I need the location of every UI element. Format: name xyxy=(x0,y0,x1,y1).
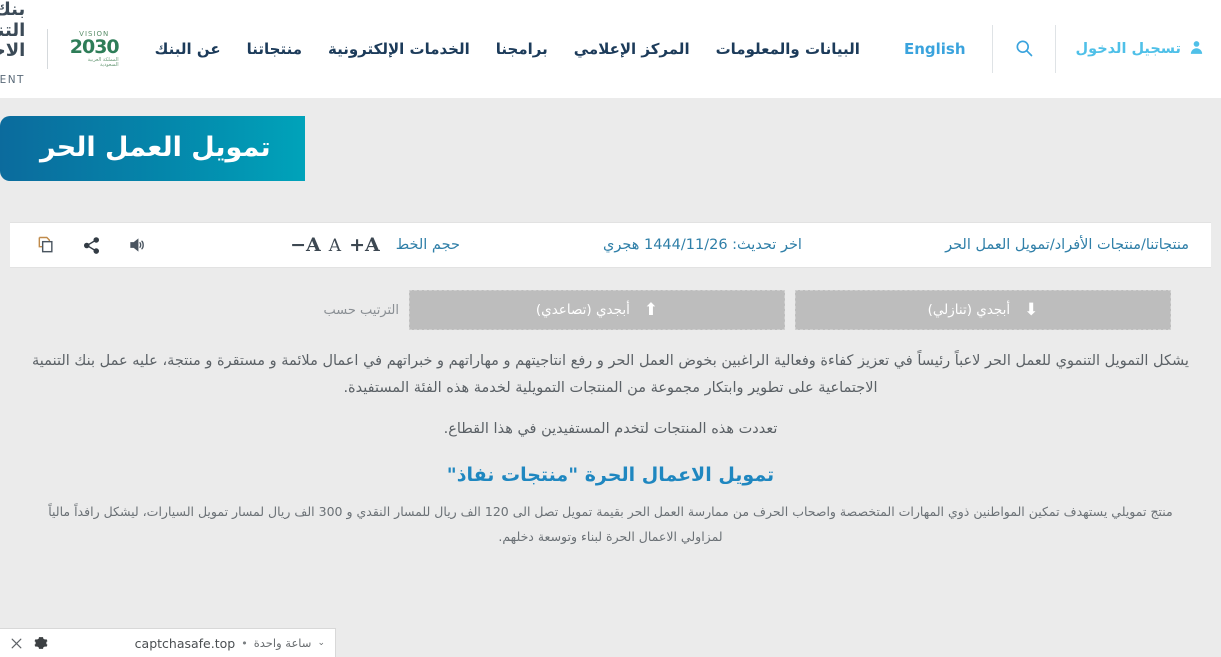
utility-bar-wrapper: منتجاتنا/منتجات الأفراد/تمويل العمل الحر… xyxy=(0,198,1221,268)
login-label: تسجيل الدخول xyxy=(1076,41,1181,57)
gear-icon[interactable] xyxy=(34,636,48,650)
vision-number: 2030 xyxy=(70,38,119,57)
font-increase-button[interactable]: A+ xyxy=(349,234,380,256)
sort-option-descending[interactable]: ⬇ أبجدي (تنازلي) xyxy=(795,290,1171,330)
nav-item-programs[interactable]: برامجنا xyxy=(496,40,548,58)
page-banner: تمويل العمل الحر xyxy=(0,98,1221,198)
main-content: يشكل التمويل التنموي للعمل الحر لاعباً ر… xyxy=(0,330,1221,549)
sort-by-label: الترتيب حسب xyxy=(323,303,399,318)
down-arrow-icon: ⬇ xyxy=(1024,302,1038,319)
search-button[interactable] xyxy=(993,25,1055,73)
vision-sub-label: المملكة العربية السعودية xyxy=(70,58,119,68)
secondary-paragraph: تعددت هذه المنتجات لتخدم المستفيدين في ه… xyxy=(14,416,1207,443)
toast-separator: • xyxy=(241,637,248,650)
main-navigation: البيانات والمعلومات المركز الإعلامي برام… xyxy=(137,40,878,58)
up-arrow-icon: ⬆ xyxy=(644,302,658,319)
divider xyxy=(992,25,993,73)
nav-item-products[interactable]: منتجاتنا xyxy=(247,40,302,58)
utility-bar: منتجاتنا/منتجات الأفراد/تمويل العمل الحر… xyxy=(10,222,1211,268)
sort-option-ascending-label: أبجدي (تصاعدي) xyxy=(536,302,630,318)
brand-text: بنك التنمية الاجتماعية SOCIAL DEVELOPMEN… xyxy=(0,0,25,98)
brand-name-en: SOCIAL DEVELOPMENT BANK xyxy=(0,62,25,98)
last-update-label: اخر تحديث: 1444/11/26 هجري xyxy=(603,237,802,253)
nav-item-about-bank[interactable]: عن البنك xyxy=(155,40,221,58)
page-root: تسجيل الدخول English البيانات والمعلومات… xyxy=(0,0,1221,657)
close-icon[interactable] xyxy=(10,637,23,650)
breadcrumb[interactable]: منتجاتنا/منتجات الأفراد/تمويل العمل الحر xyxy=(945,237,1189,253)
language-switch-button[interactable]: English xyxy=(878,40,992,58)
nav-item-data-info[interactable]: البيانات والمعلومات xyxy=(716,40,860,58)
sort-option-descending-label: أبجدي (تنازلي) xyxy=(928,302,1011,318)
speaker-icon[interactable] xyxy=(127,236,147,254)
vision-2030-logo: VISION 2030 المملكة العربية السعودية xyxy=(70,31,119,68)
toast-controls xyxy=(10,636,48,650)
header-tools: تسجيل الدخول English xyxy=(878,25,1221,73)
sort-controls: ⬇ أبجدي (تنازلي) ⬆ أبجدي (تصاعدي) الترتي… xyxy=(0,268,1221,330)
page-title: تمويل العمل الحر xyxy=(0,116,305,181)
font-decrease-button[interactable]: A− xyxy=(290,234,321,256)
toast-meta: captchasafe.top • ساعة واحدة ⌄ xyxy=(135,636,325,651)
divider xyxy=(47,29,48,69)
notification-toast: captchasafe.top • ساعة واحدة ⌄ xyxy=(0,628,336,657)
search-icon xyxy=(1014,38,1034,61)
toast-site[interactable]: captchasafe.top xyxy=(135,636,236,651)
chevron-down-icon[interactable]: ⌄ xyxy=(317,638,325,648)
brand-name-ar: بنك التنمية الاجتماعية xyxy=(0,0,25,62)
section-heading: تمويل الاعمال الحرة "منتجات نفاذ" xyxy=(14,464,1207,486)
utility-icons xyxy=(36,235,147,255)
font-size-label: حجم الخط xyxy=(396,237,460,253)
sort-option-ascending[interactable]: ⬆ أبجدي (تصاعدي) xyxy=(409,290,785,330)
divider xyxy=(1055,25,1056,73)
user-icon xyxy=(1188,39,1205,60)
site-header: تسجيل الدخول English البيانات والمعلومات… xyxy=(0,0,1221,98)
font-size-steppers: A+ A A− xyxy=(290,234,380,256)
font-normal-button[interactable]: A xyxy=(329,236,341,256)
login-button[interactable]: تسجيل الدخول xyxy=(1056,39,1221,60)
copy-icon[interactable] xyxy=(36,235,56,255)
font-size-controls: حجم الخط A+ A A− xyxy=(290,234,460,256)
nav-item-e-services[interactable]: الخدمات الإلكترونية xyxy=(328,40,470,58)
nav-item-media-center[interactable]: المركز الإعلامي xyxy=(574,40,690,58)
intro-paragraph: يشكل التمويل التنموي للعمل الحر لاعباً ر… xyxy=(14,348,1207,402)
brand-logo[interactable]: VISION 2030 المملكة العربية السعودية بنك… xyxy=(0,0,137,98)
toast-time: ساعة واحدة xyxy=(254,636,312,650)
share-icon[interactable] xyxy=(82,236,101,255)
section-paragraph: منتج تمويلي يستهدف تمكين المواطنين ذوي ا… xyxy=(14,500,1207,549)
